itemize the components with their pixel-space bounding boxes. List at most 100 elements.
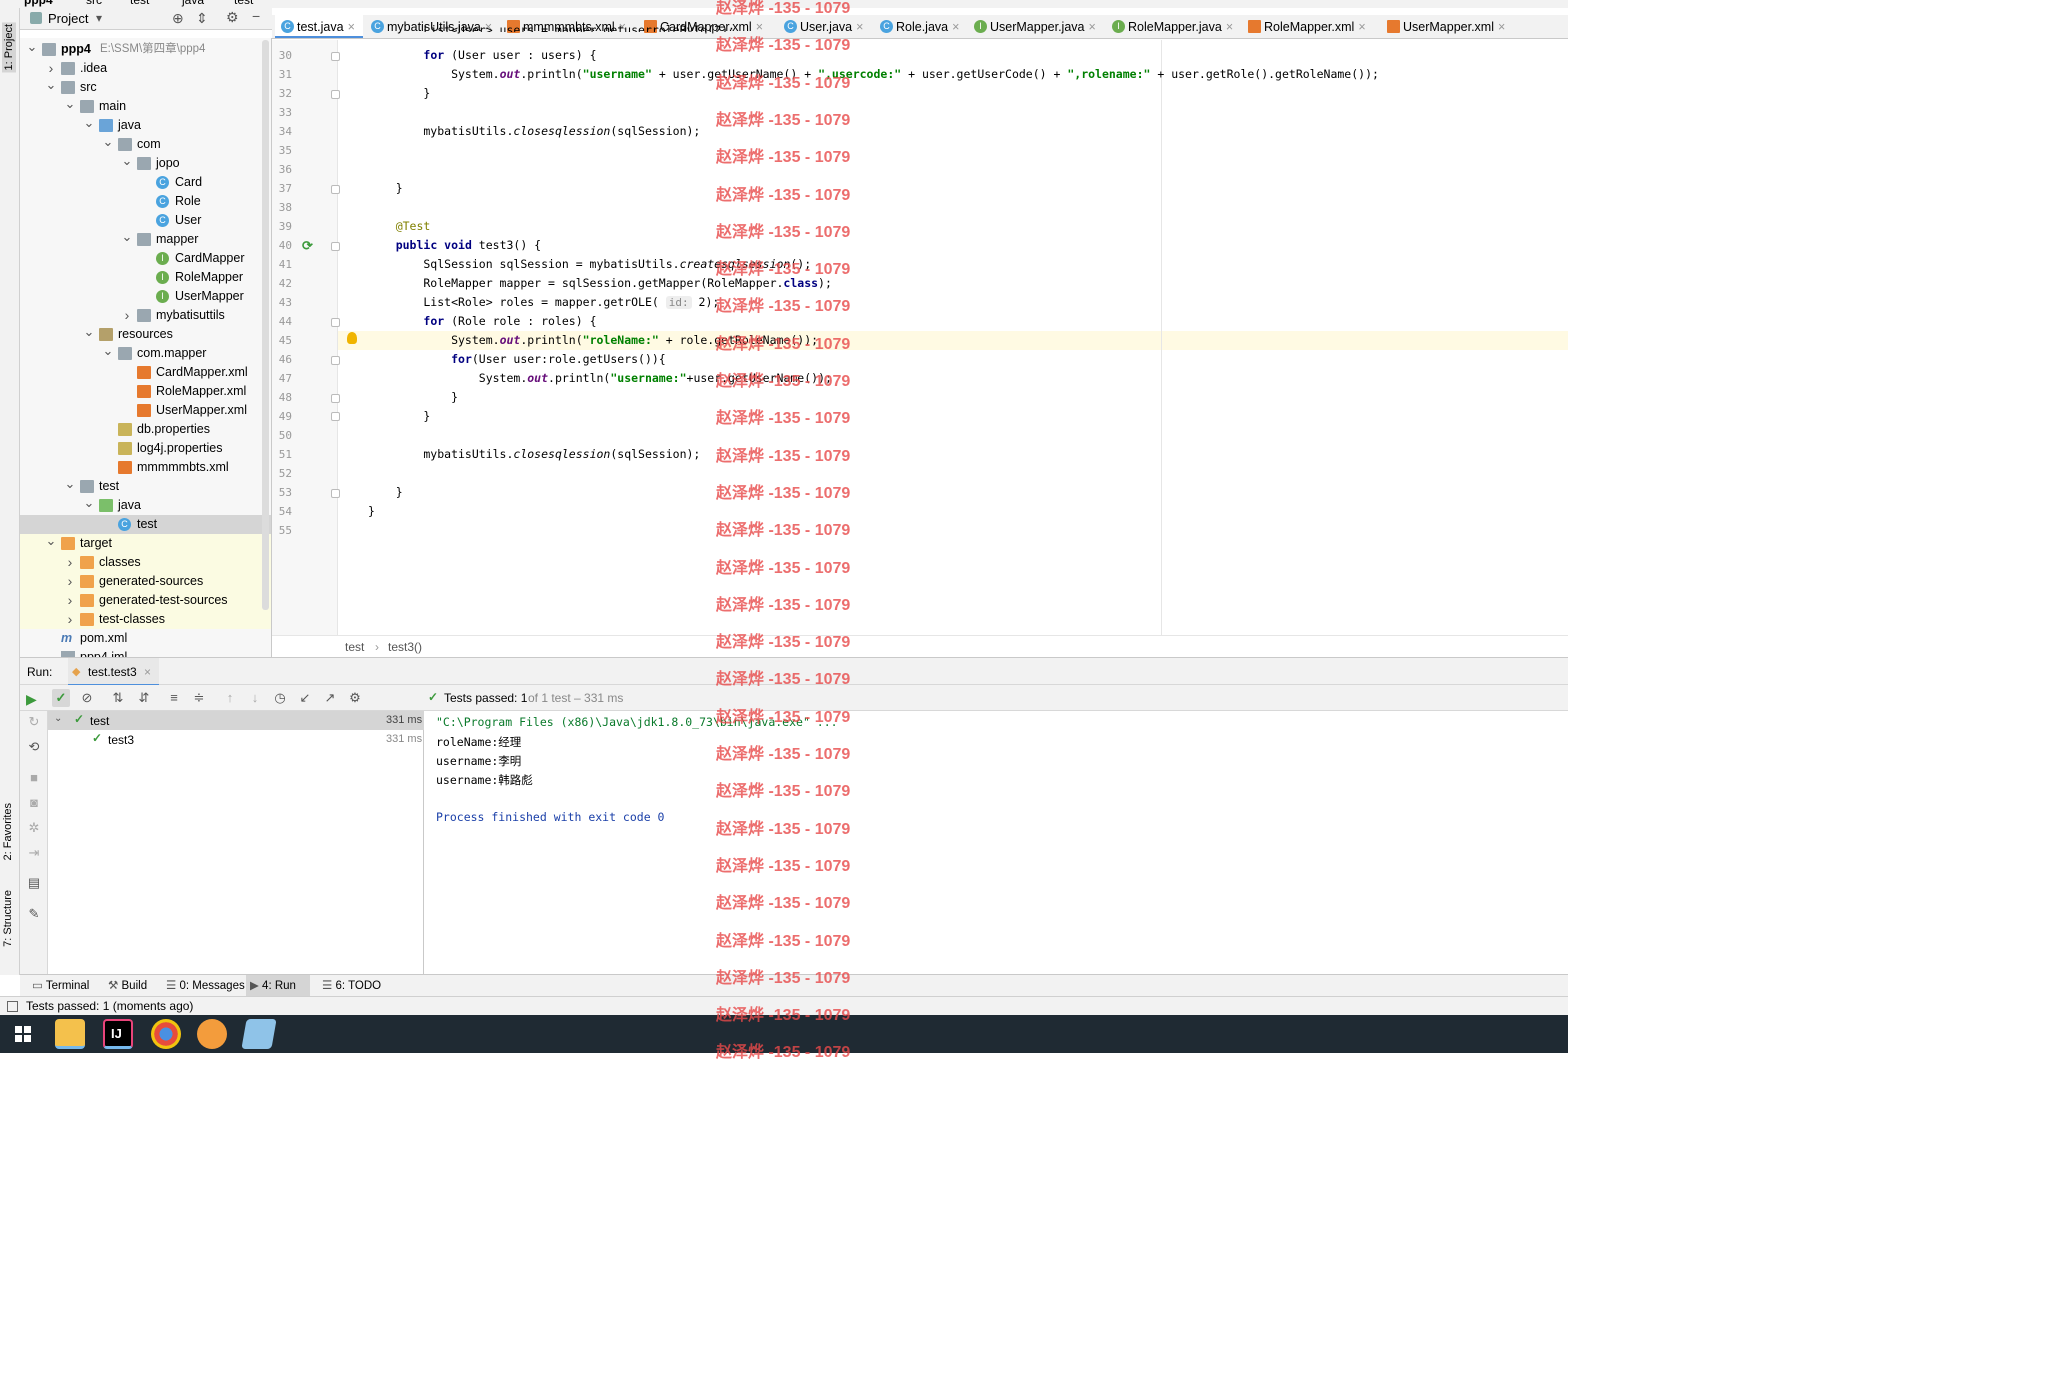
code-line[interactable]: @Test (368, 219, 431, 233)
chevron-down-icon[interactable]: ⌄ (45, 531, 57, 550)
breadcrumb-class[interactable]: test (345, 640, 364, 654)
gear-icon[interactable]: ⚙ (226, 9, 239, 26)
rerun-failed-icon[interactable]: ↻ (25, 713, 43, 731)
editor-tab[interactable]: UserMapper.xml × (1381, 15, 1517, 38)
close-icon[interactable]: × (856, 20, 863, 34)
tree-item[interactable]: ⌄ java (20, 493, 271, 515)
fold-icon[interactable] (331, 356, 340, 365)
test-row-selected[interactable]: ⌄ ✓ test 331 ms (48, 711, 424, 730)
tree-item[interactable]: C Card (20, 173, 271, 192)
tree-item[interactable]: ⌄ mapper (20, 227, 271, 249)
tree-item[interactable]: › generated-test-sources (20, 591, 271, 610)
close-icon[interactable]: × (1498, 20, 1505, 34)
tree-item[interactable]: C Role (20, 192, 271, 211)
chevron-down-icon[interactable]: ⌄ (102, 132, 114, 151)
run-test-gutter-icon[interactable]: ⟳ (302, 238, 313, 254)
tree-item[interactable]: ⌄ target (20, 531, 271, 553)
hide-panel-icon[interactable]: − (252, 8, 260, 24)
tree-item[interactable]: RoleMapper.xml (20, 382, 271, 401)
tree-item[interactable]: Ctest (20, 515, 271, 534)
tree-item[interactable]: ⌄ main (20, 96, 271, 116)
tree-item[interactable]: UserMapper.xml (20, 401, 271, 420)
editor-tab[interactable]: I UserMapper.java × (968, 15, 1104, 38)
favorites-tool-tab[interactable]: 2: Favorites (2, 803, 14, 860)
tree-item[interactable]: › generated-sources (20, 572, 271, 591)
project-view-selector[interactable]: Project (48, 11, 88, 26)
camera-icon[interactable]: ◙ (25, 794, 43, 812)
browser-orange-icon[interactable] (197, 1019, 227, 1049)
code-line[interactable]: } (368, 86, 430, 100)
tree-item[interactable]: › classes (20, 553, 271, 572)
fold-icon[interactable] (331, 242, 340, 251)
code-line[interactable]: } (368, 504, 375, 518)
tree-item[interactable]: ⌄ test (20, 474, 271, 496)
import-icon[interactable]: ↙ (296, 689, 314, 707)
nav-crumb-test[interactable]: test (130, 0, 149, 7)
layout-icon[interactable]: ▤ (25, 874, 43, 892)
code-line[interactable]: System.out.println("username:"+user.getU… (368, 371, 832, 385)
locate-icon[interactable]: ⊕ (172, 10, 184, 27)
editor-tab[interactable]: RoleMapper.xml × (1242, 15, 1379, 38)
export-icon[interactable]: ↗ (321, 689, 339, 707)
tree-item[interactable]: › .idea (20, 59, 271, 78)
stop-icon[interactable]: ■ (25, 769, 43, 787)
chevron-down-icon[interactable]: ⌄ (121, 227, 133, 246)
lightbulb-icon[interactable] (347, 332, 357, 344)
notepad-icon[interactable] (241, 1019, 277, 1049)
chevron-down-icon[interactable]: ⌄ (102, 341, 114, 360)
fold-icon[interactable] (331, 52, 340, 61)
nav-crumb-java[interactable]: java (182, 0, 204, 7)
project-scrollbar[interactable] (262, 40, 269, 610)
tree-item[interactable]: ⌄ src (20, 75, 271, 97)
chevron-right-icon[interactable]: › (64, 572, 76, 591)
structure-tool-tab[interactable]: 7: Structure (2, 890, 14, 947)
editor-tab[interactable]: Ctest.java × (275, 15, 363, 38)
show-ignored-icon[interactable]: ⊘ (78, 689, 96, 707)
code-line[interactable]: RoleMapper mapper = sqlSession.getMapper… (368, 276, 832, 290)
tree-item[interactable]: ppp4.iml (20, 648, 271, 657)
code-line[interactable]: for (Role role : roles) { (368, 314, 596, 328)
code-line[interactable]: System.out.println("roleName:" + role.ge… (368, 333, 818, 347)
code-line[interactable]: } (368, 181, 403, 195)
exit-icon[interactable]: ⇥ (25, 844, 43, 862)
tree-item[interactable]: CardMapper.xml (20, 363, 271, 382)
tree-item[interactable]: › mybatisuttils (20, 306, 271, 325)
editor-tab[interactable]: C Role.java × (874, 15, 966, 38)
fold-icon[interactable] (331, 318, 340, 327)
windows-start-icon[interactable] (8, 1019, 38, 1049)
test-row[interactable]: ✓ test3 331 ms (48, 730, 424, 749)
tree-item[interactable]: ⌄ com.mapper (20, 341, 271, 363)
intellij-idea-icon[interactable]: IJ (103, 1019, 133, 1049)
chrome-icon[interactable] (151, 1019, 181, 1049)
arrow-up-icon[interactable]: ↑ (221, 689, 239, 707)
tree-item[interactable]: C User (20, 211, 271, 230)
sort-alpha-icon[interactable]: ⇅ (109, 689, 127, 707)
toggle-auto-test-icon[interactable]: ⟲ (25, 738, 43, 756)
close-icon[interactable]: × (952, 20, 959, 34)
chevron-down-icon[interactable]: ⌄ (45, 75, 57, 94)
breadcrumb-method[interactable]: test3() (388, 640, 422, 654)
nav-crumb-file[interactable]: test (234, 0, 253, 7)
status-panel-icon[interactable] (7, 1001, 18, 1012)
chevron-down-icon[interactable]: ⌄ (83, 493, 95, 512)
pin-icon[interactable]: ✎ (25, 905, 43, 923)
bottom-tool-tab[interactable]: ▶ 4: Run (246, 975, 310, 997)
bottom-tool-tab[interactable]: ⚒ Build (104, 975, 158, 997)
editor-tab[interactable]: I RoleMapper.java × (1106, 15, 1240, 38)
collapse-all-icon[interactable]: ≑ (190, 689, 208, 707)
chevron-down-icon[interactable]: ⌄ (83, 322, 95, 341)
chevron-down-icon[interactable]: ⌄ (64, 474, 76, 493)
tree-item[interactable]: I CardMapper (20, 249, 271, 268)
code-line[interactable]: } (368, 485, 403, 499)
chevron-right-icon[interactable]: › (64, 591, 76, 610)
sort-duration-icon[interactable]: ⇵ (135, 689, 153, 707)
tree-item[interactable]: m pom.xml (20, 629, 271, 648)
rerun-icon[interactable]: ▶ (26, 691, 37, 708)
chevron-right-icon[interactable]: › (64, 553, 76, 572)
project-tool-tab[interactable]: 1: Project (2, 22, 16, 73)
arrow-down-icon[interactable]: ↓ (246, 689, 264, 707)
fold-icon[interactable] (331, 185, 340, 194)
gear-icon[interactable]: ⚙ (346, 689, 364, 707)
chevron-down-icon[interactable]: ⌄ (121, 151, 133, 170)
tree-item[interactable]: mmmmmbts.xml (20, 458, 271, 477)
